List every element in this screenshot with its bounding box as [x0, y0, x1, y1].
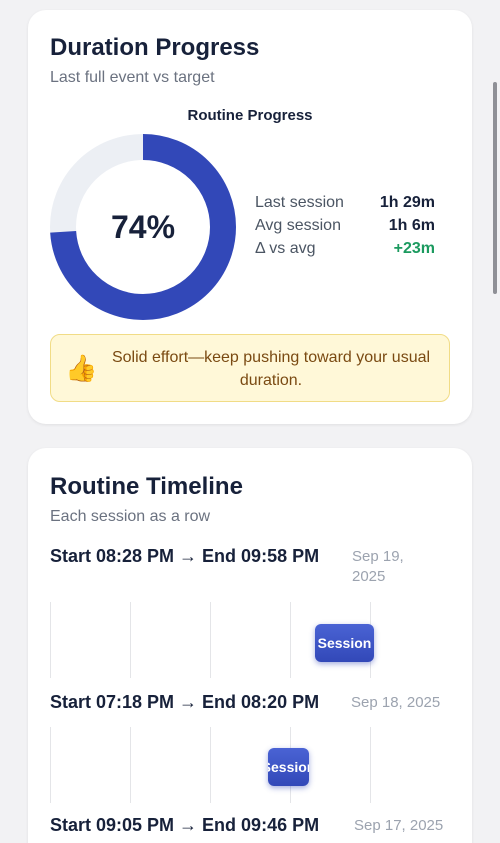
stat-label: Last session [255, 194, 344, 211]
stat-label: Δ vs avg [255, 240, 316, 257]
ring-title: Routine Progress [187, 107, 313, 124]
session-bar[interactable]: Session [268, 748, 309, 786]
advice-banner: 👍 Solid effort—keep pushing toward your … [50, 334, 450, 402]
stat-value: 1h 29m [379, 194, 435, 211]
progress-percent: 74% [110, 208, 176, 245]
progress-ring: 74% [50, 134, 236, 320]
routine-timeline-card: Routine Timeline Each session as a row S… [28, 448, 472, 843]
gridline [290, 602, 291, 678]
stat-label: Avg session [255, 217, 341, 234]
stat-value: +23m [393, 240, 435, 257]
app-viewport: Duration Progress Last full event vs tar… [0, 0, 500, 843]
advice-text: Solid effort—keep pushing toward your us… [111, 349, 431, 389]
session-bar[interactable]: Session [315, 624, 374, 662]
gridline [130, 727, 131, 803]
session-time-range: Start 09:05 PM → End 09:46 PM [50, 815, 320, 835]
gridline [130, 602, 131, 678]
session-date: Sep 17, 2025 [354, 817, 444, 834]
timeline-track: Session [50, 602, 450, 678]
thumbs-up-icon: 👍 [65, 353, 98, 383]
card-title: Routine Timeline [50, 473, 243, 500]
duration-progress-card: Duration Progress Last full event vs tar… [28, 10, 472, 424]
stat-last-session: Last session 1h 29m [255, 194, 435, 217]
gridline [50, 602, 51, 678]
stat-avg-session: Avg session 1h 6m [255, 217, 435, 240]
gridline [50, 727, 51, 803]
gridline [210, 602, 211, 678]
scrollbar-thumb[interactable] [493, 82, 497, 294]
session-date: Sep 19, 2025 [352, 548, 404, 585]
gridline [210, 727, 211, 803]
stat-delta-vs-avg: Δ vs avg +23m [255, 240, 435, 263]
session-date: Sep 18, 2025 [351, 694, 441, 711]
gridline [370, 727, 371, 803]
stat-value: 1h 6m [388, 217, 435, 234]
card-title: Duration Progress [50, 34, 260, 61]
timeline-track: Session [50, 727, 450, 803]
session-time-range: Start 08:28 PM → End 09:58 PM [50, 546, 320, 566]
session-time-range: Start 07:18 PM → End 08:20 PM [50, 692, 320, 712]
card-subtitle: Last full event vs target [50, 69, 215, 86]
session-stats: Last session 1h 29m Avg session 1h 6m Δ … [255, 194, 435, 263]
card-subtitle: Each session as a row [50, 508, 211, 525]
